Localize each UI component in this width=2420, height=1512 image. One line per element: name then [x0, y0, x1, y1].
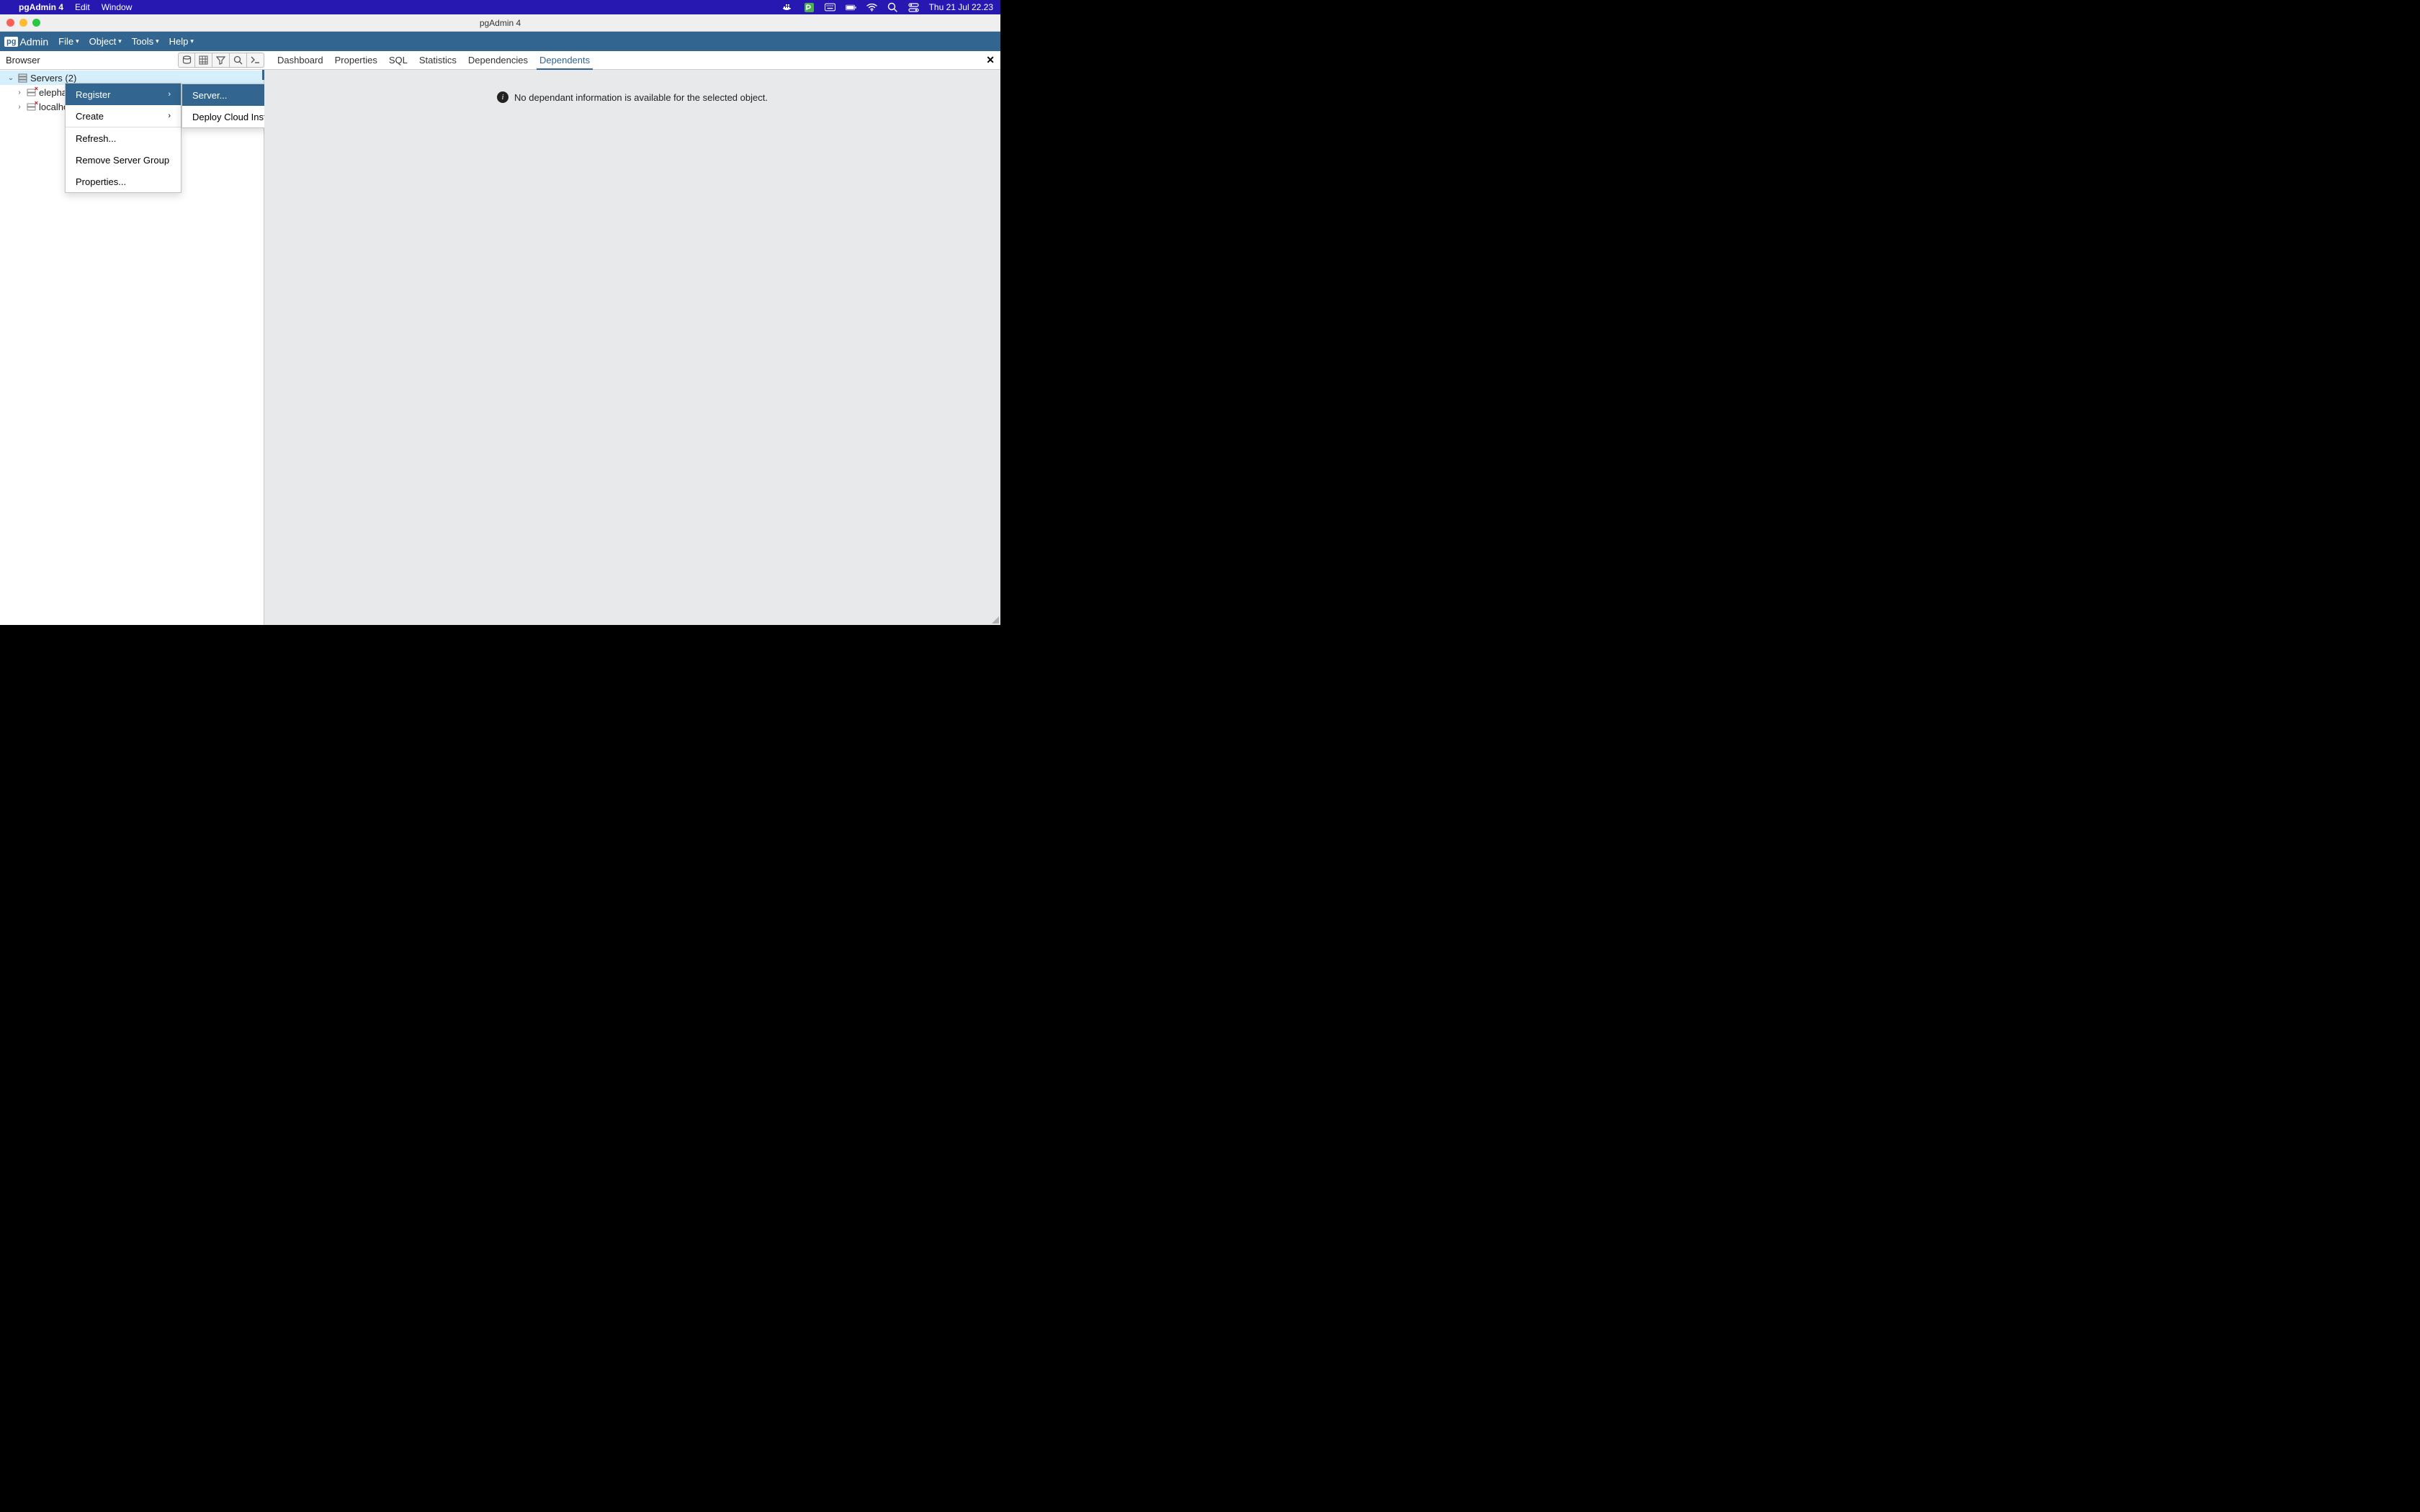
chevron-down-icon: ▾	[190, 37, 194, 45]
tab-dependents[interactable]: Dependents	[534, 51, 596, 70]
browser-panel-label: Browser	[0, 51, 176, 69]
context-menu-create[interactable]: Create ›	[66, 105, 181, 127]
macos-app-name[interactable]: pgAdmin 4	[19, 2, 63, 12]
context-menu-remove-server-group[interactable]: Remove Server Group	[66, 149, 181, 171]
wifi-icon[interactable]	[866, 2, 877, 12]
pgadmin-tray-icon[interactable]	[804, 2, 815, 12]
macos-menu-window[interactable]: Window	[102, 2, 133, 12]
psql-tool-button[interactable]	[247, 53, 264, 68]
docker-icon[interactable]	[783, 2, 794, 12]
window-titlebar: pgAdmin 4	[0, 14, 1000, 32]
browser-sidebar: ⌄ Servers (2) › × elephant ›	[0, 70, 264, 625]
server-disconnected-icon: ×	[26, 102, 36, 112]
view-data-button[interactable]	[195, 53, 212, 68]
pgadmin-header: pgAdmin File▾ Object▾ Tools▾ Help▾	[0, 32, 1000, 51]
filter-rows-button[interactable]	[212, 53, 230, 68]
context-menu-register[interactable]: Register ›	[66, 84, 181, 105]
macos-clock[interactable]: Thu 21 Jul 22.23	[929, 2, 993, 12]
tab-statistics[interactable]: Statistics	[413, 51, 462, 70]
tab-sql[interactable]: SQL	[383, 51, 413, 70]
chevron-right-icon: ›	[168, 90, 171, 99]
resize-grip[interactable]	[990, 615, 999, 624]
chevron-right-icon: ›	[16, 89, 23, 96]
menu-file[interactable]: File▾	[58, 36, 79, 47]
keyboard-icon[interactable]	[825, 2, 835, 12]
empty-message-text: No dependant information is available fo…	[514, 92, 768, 103]
macos-menu-edit[interactable]: Edit	[75, 2, 90, 12]
control-center-icon[interactable]	[908, 2, 919, 12]
chevron-right-icon: ›	[168, 112, 171, 120]
search-objects-button[interactable]	[230, 53, 247, 68]
server-disconnected-icon: ×	[26, 87, 36, 97]
tree-node-label: Servers (2)	[30, 73, 76, 84]
window-title: pgAdmin 4	[0, 18, 1000, 28]
chevron-down-icon: ▾	[118, 37, 122, 45]
macos-menubar: pgAdmin 4 Edit Window	[0, 0, 1000, 14]
pgadmin-logo[interactable]: pgAdmin	[4, 36, 48, 48]
chevron-down-icon: ⌄	[7, 74, 14, 82]
query-tool-button[interactable]	[178, 53, 195, 68]
menu-help[interactable]: Help▾	[169, 36, 194, 47]
chevron-down-icon: ▾	[76, 37, 79, 45]
chevron-right-icon: ›	[16, 103, 23, 111]
close-tab-button[interactable]: ✕	[986, 54, 995, 66]
context-menu: Register › Create › Refresh... Remove Se…	[65, 83, 182, 193]
chevron-down-icon: ▾	[156, 37, 159, 45]
info-icon: i	[497, 91, 508, 103]
menu-tools[interactable]: Tools▾	[132, 36, 159, 47]
spotlight-icon[interactable]	[887, 2, 898, 12]
tab-properties[interactable]: Properties	[329, 51, 383, 70]
tab-dashboard[interactable]: Dashboard	[272, 51, 329, 70]
server-group-icon	[17, 73, 27, 83]
battery-icon[interactable]	[846, 2, 856, 12]
context-menu-refresh[interactable]: Refresh...	[66, 127, 181, 149]
toolbar-row: Browser Dashboard Properties SQL Statist…	[0, 51, 1000, 70]
menu-object[interactable]: Object▾	[89, 36, 122, 47]
main-content: i No dependant information is available …	[264, 70, 1000, 625]
context-menu-properties[interactable]: Properties...	[66, 171, 181, 192]
tab-dependencies[interactable]: Dependencies	[462, 51, 534, 70]
